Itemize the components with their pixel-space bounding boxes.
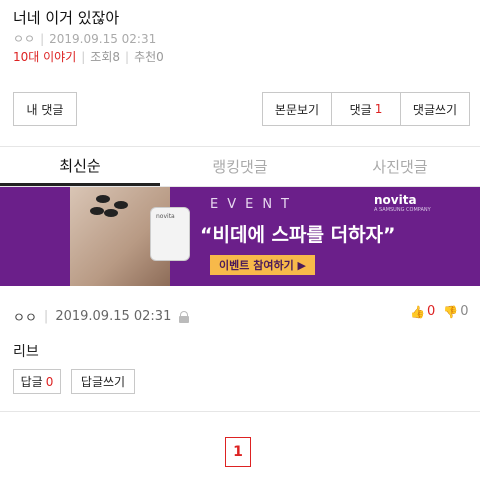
- comment-author[interactable]: ㅇㅇ: [13, 307, 37, 326]
- pagination-page-1[interactable]: 1: [225, 437, 251, 467]
- views-label: 조회: [90, 50, 113, 64]
- comment-body: 리브: [13, 344, 39, 360]
- comments-label: 댓글: [349, 102, 372, 117]
- comment-votes: 👍 0 👎 0: [410, 304, 468, 319]
- comment-sort-tabs: 최신순 랭킹댓글 사진댓글: [0, 147, 480, 186]
- meta-divider: |: [43, 309, 49, 324]
- novita-logo: novita: [374, 193, 417, 207]
- post-stats: 10대 이야기 | 조회 8 | 추천 0: [13, 48, 164, 65]
- hot-stone: [96, 195, 110, 203]
- tab-ranking[interactable]: 랭킹댓글: [160, 147, 320, 186]
- reply-button[interactable]: 답글 0: [13, 369, 61, 394]
- view-body-label: 본문보기: [274, 102, 320, 117]
- lock-icon: [179, 310, 190, 323]
- comment-meta: ㅇㅇ | 2019.09.15 02:31: [13, 307, 190, 326]
- recommend-count: 0: [156, 49, 164, 64]
- board-link[interactable]: 10대 이야기: [13, 48, 76, 65]
- ad-banner[interactable]: novita EVENT “비데에 스파를 더하자” 이벤트 참여하기 ▶ no…: [0, 187, 480, 286]
- hot-stone: [114, 201, 128, 209]
- comments-button[interactable]: 댓글 1: [332, 93, 401, 125]
- thumbs-up-icon: 👍: [410, 304, 425, 319]
- views-count: 8: [112, 49, 121, 64]
- comment-action-group: 본문보기 댓글 1 댓글쓰기: [262, 92, 470, 126]
- hot-stone: [104, 209, 118, 217]
- comments-count: 1: [374, 102, 383, 116]
- recommend-label: 추천: [134, 50, 157, 64]
- write-comment-label: 댓글쓰기: [412, 102, 458, 117]
- tab-latest[interactable]: 최신순: [0, 147, 160, 186]
- my-comment-button[interactable]: 내 댓글: [13, 92, 77, 126]
- view-body-button[interactable]: 본문보기: [263, 93, 332, 125]
- upvote-count: 0: [426, 304, 436, 319]
- device-label: novita: [156, 213, 175, 220]
- meta-divider: |: [40, 31, 45, 46]
- meta-divider: |: [81, 49, 86, 64]
- banner-headline: “비데에 스파를 더하자”: [200, 224, 396, 246]
- novita-logo-sub: A SAMSUNG COMPANY: [374, 207, 431, 213]
- hot-stone: [90, 207, 104, 215]
- upvote-button[interactable]: 👍 0: [410, 304, 435, 319]
- reply-count: 0: [45, 374, 54, 389]
- downvote-count: 0: [460, 304, 469, 319]
- section-divider: [0, 411, 480, 412]
- downvote-button[interactable]: 👎 0: [443, 304, 468, 319]
- banner-event: EVENT: [210, 197, 298, 212]
- meta-divider: |: [125, 49, 130, 64]
- tab-photo[interactable]: 사진댓글: [320, 147, 480, 186]
- post-datetime: 2019.09.15 02:31: [49, 31, 157, 46]
- write-comment-button[interactable]: 댓글쓰기: [401, 93, 469, 125]
- reply-label: 답글: [20, 375, 43, 389]
- post-title: 너네 이거 있잖아: [13, 9, 120, 27]
- comment-datetime: 2019.09.15 02:31: [55, 309, 172, 324]
- reply-write-button[interactable]: 답글쓰기: [71, 369, 135, 394]
- banner-cta-button[interactable]: 이벤트 참여하기 ▶: [210, 255, 315, 275]
- thumbs-down-icon: 👎: [443, 304, 459, 319]
- post-author[interactable]: ㅇㅇ: [13, 30, 35, 47]
- post-meta: ㅇㅇ | 2019.09.15 02:31: [13, 30, 156, 47]
